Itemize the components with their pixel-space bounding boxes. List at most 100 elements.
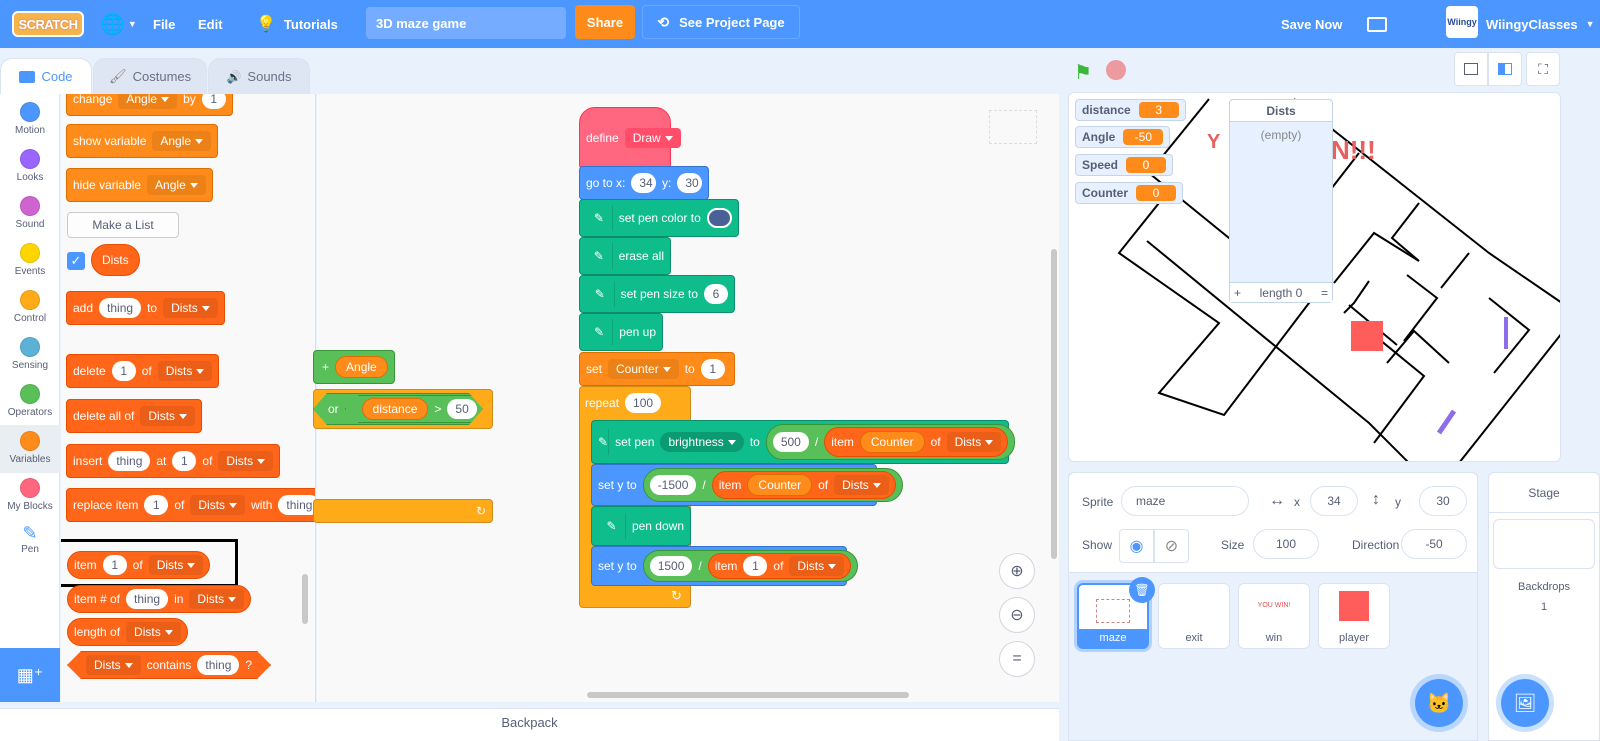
list-dropdown[interactable]: Dists <box>86 655 141 675</box>
divide-operator[interactable]: 1500 / item 1 of Dists <box>642 550 859 582</box>
value-input[interactable]: -1500 <box>649 475 697 495</box>
value-input[interactable]: thing <box>108 451 151 471</box>
save-now-button[interactable]: Save Now <box>1281 0 1342 48</box>
share-button[interactable]: Share <box>575 5 635 39</box>
distance-reporter[interactable]: distance <box>362 398 429 420</box>
scratch-logo[interactable]: SCRATCH <box>12 11 84 37</box>
backdrop-thumbnail[interactable] <box>1493 519 1595 569</box>
tab-costumes[interactable]: 🖌 Costumes <box>93 58 207 94</box>
value-input[interactable]: 1500 <box>649 556 693 576</box>
zoom-reset-button[interactable]: = <box>999 641 1035 677</box>
index-input[interactable]: 1 <box>111 361 136 381</box>
stage-canvas[interactable]: N!!! Y distance 3 Angle -50 Speed 0 Coun… <box>1068 92 1561 462</box>
add-to-list-block[interactable]: add thing to Dists <box>66 291 225 325</box>
choose-backdrop-button[interactable]: 🖼 <box>1501 679 1549 727</box>
sprite-name-input[interactable]: maze <box>1121 486 1249 516</box>
index-input[interactable]: 1 <box>144 495 169 515</box>
category-operators[interactable]: Operators <box>0 378 60 426</box>
zoom-in-button[interactable]: ⊕ <box>999 553 1035 589</box>
value-input[interactable]: thing <box>278 495 315 515</box>
sprite-tile-exit[interactable]: exit <box>1158 583 1230 649</box>
list-dropdown[interactable]: Dists <box>946 432 1002 452</box>
my-stuff-button[interactable] <box>1367 0 1387 48</box>
variable-dropdown[interactable]: Counter <box>608 359 679 379</box>
category-motion[interactable]: Motion <box>0 96 60 144</box>
delete-sprite-button[interactable]: 🗑 <box>1129 577 1155 603</box>
x-input[interactable]: 34 <box>631 173 656 193</box>
edit-menu[interactable]: Edit <box>198 0 223 48</box>
list-dropdown[interactable]: Dists <box>190 495 246 515</box>
length-of-list-block[interactable]: length of Dists <box>67 618 188 646</box>
make-a-list-button[interactable]: Make a List <box>67 212 179 238</box>
variable-monitor-distance[interactable]: distance 3 <box>1075 99 1186 121</box>
insert-at-list-block[interactable]: insert thing at 1 of Dists <box>66 444 281 478</box>
horizontal-scrollbar[interactable] <box>587 692 909 698</box>
item-of-list-reporter[interactable]: item Counter of Dists <box>711 471 896 499</box>
erase-all-block[interactable]: ✎ erase all <box>579 237 671 275</box>
category-variables[interactable]: Variables <box>0 425 60 473</box>
show-visible-button[interactable]: ◉ <box>1119 529 1154 563</box>
divide-operator[interactable]: 500 / item Counter of Dists <box>765 424 1016 460</box>
replace-item-block[interactable]: replace item 1 of Dists with thing <box>66 488 315 522</box>
green-flag-icon[interactable]: ⚑ <box>1074 60 1092 85</box>
tutorials-button[interactable]: 💡 Tutorials <box>256 0 338 48</box>
value-input[interactable]: 500 <box>772 432 809 452</box>
resize-handle[interactable]: = <box>1321 286 1328 300</box>
variable-dropdown[interactable]: Angle <box>118 94 178 109</box>
item-of-list-reporter[interactable]: item Counter of Dists <box>824 427 1009 457</box>
see-project-page-button[interactable]: ⟲ See Project Page <box>642 5 800 39</box>
list-reporter-dists[interactable]: Dists <box>91 244 140 276</box>
counter-reporter[interactable]: Counter <box>859 431 925 453</box>
delete-all-of-list-block[interactable]: delete all of Dists <box>66 399 203 433</box>
delete-of-list-block[interactable]: delete 1 of Dists <box>66 354 220 388</box>
script-area[interactable]: + Angle or distance > 50 ↻ define Draw g… <box>313 94 1059 702</box>
list-dropdown[interactable]: Dists <box>126 622 181 642</box>
y-input[interactable]: 30 <box>677 173 702 193</box>
hide-variable-block[interactable]: hide variable Angle <box>66 168 213 202</box>
backpack[interactable]: Backpack <box>0 708 1059 741</box>
size-input[interactable]: 100 <box>1253 529 1319 559</box>
language-menu[interactable]: 🌐 ▼ <box>100 0 137 48</box>
pen-up-block[interactable]: ✎ pen up <box>579 313 663 351</box>
counter-reporter[interactable]: Counter <box>747 474 813 496</box>
list-dropdown[interactable]: Dists <box>148 555 204 575</box>
list-dropdown[interactable]: Dists <box>218 451 274 471</box>
divide-operator[interactable]: -1500 / item Counter of Dists <box>642 468 903 502</box>
variable-monitor-counter[interactable]: Counter 0 <box>1075 182 1183 204</box>
operator-add-block[interactable]: + Angle <box>313 350 395 384</box>
value-input[interactable]: 1 <box>700 359 725 379</box>
value-input[interactable]: thing <box>99 298 142 318</box>
vertical-scrollbar[interactable] <box>1051 249 1057 559</box>
pen-size-input[interactable]: 6 <box>704 284 728 304</box>
greater-than-block[interactable]: distance > 50 <box>345 395 494 423</box>
category-events[interactable]: Events <box>0 237 60 285</box>
index-input[interactable]: 1 <box>743 556 768 576</box>
list-contains-block[interactable]: Dists contains thing ? <box>67 651 271 679</box>
list-dropdown[interactable]: Dists <box>789 556 845 576</box>
category-sound[interactable]: Sound <box>0 190 60 238</box>
list-visible-checkbox[interactable]: ✓ <box>67 252 85 270</box>
small-stage-button[interactable] <box>1454 52 1488 86</box>
change-variable-block[interactable]: change Angle by 1 <box>66 94 233 116</box>
zoom-out-button[interactable]: ⊖ <box>999 597 1035 633</box>
avatar[interactable]: Wiingy <box>1446 6 1478 38</box>
index-input[interactable]: 1 <box>172 451 197 471</box>
account-menu[interactable]: WiingyClasses ▼ <box>1486 0 1595 48</box>
large-stage-button[interactable] <box>1488 52 1522 86</box>
category-my-blocks[interactable]: My Blocks <box>0 472 60 520</box>
tab-code[interactable]: Code <box>0 58 92 94</box>
file-menu[interactable]: File <box>153 0 175 48</box>
item-number-of-block[interactable]: item # of thing in Dists <box>67 585 252 613</box>
repeat-count-input[interactable]: 100 <box>625 393 662 413</box>
set-variable-block[interactable]: set Counter to 1 <box>579 352 735 386</box>
category-control[interactable]: Control <box>0 284 60 332</box>
define-block[interactable]: define Draw <box>579 107 681 169</box>
show-variable-block[interactable]: show variable Angle <box>66 124 219 158</box>
direction-input[interactable]: -50 <box>1401 529 1467 559</box>
x-input[interactable]: 34 <box>1310 486 1358 516</box>
pen-color-swatch[interactable] <box>706 208 732 228</box>
sprite-tile-win[interactable]: YOU WIN! win <box>1238 583 1310 649</box>
tab-sounds[interactable]: 🔊 Sounds <box>208 58 310 94</box>
list-monitor-dists[interactable]: Dists (empty) + length 0 = <box>1229 99 1333 303</box>
variable-dropdown[interactable]: Angle <box>152 131 212 151</box>
